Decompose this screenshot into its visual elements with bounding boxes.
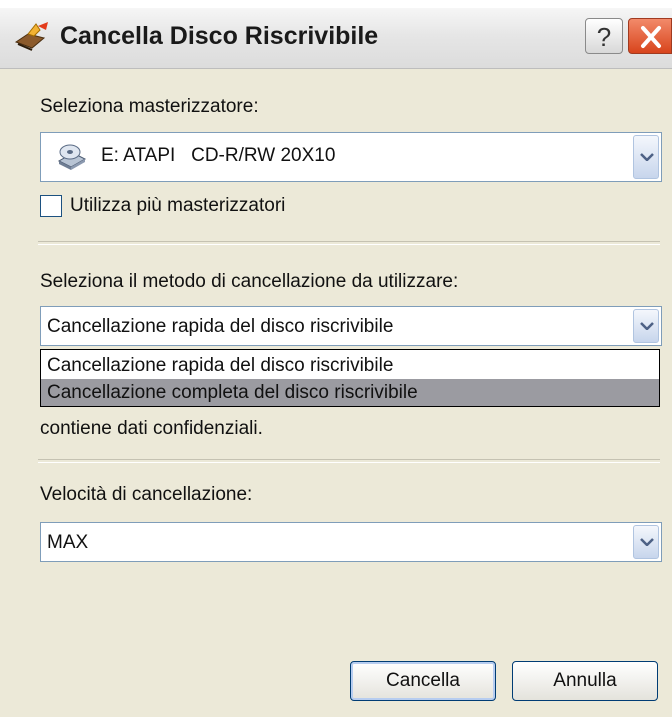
chevron-down-icon	[640, 153, 654, 161]
speed-selected-value: MAX	[47, 532, 89, 553]
app-icon	[14, 22, 50, 52]
burner-dropdown-button[interactable]	[633, 135, 659, 179]
chevron-down-icon	[640, 538, 654, 546]
option-full-erase[interactable]: Cancellazione completa del disco riscriv…	[41, 379, 659, 406]
multiple-burners-checkbox[interactable]	[40, 195, 62, 217]
erase-method-selected-value: Cancellazione rapida del disco riscrivib…	[47, 316, 394, 337]
burner-selected-value: E: ATAPI CD-R/RW 20X10	[101, 145, 336, 166]
erase-method-description: contiene dati confidenziali.	[40, 418, 263, 439]
chevron-down-icon	[640, 322, 654, 330]
erase-dialog: Cancella Disco Riscrivibile ? Seleziona …	[0, 8, 672, 717]
erase-method-options-list[interactable]: Cancellazione rapida del disco riscrivib…	[40, 349, 660, 407]
burner-label: Seleziona masterizzatore:	[40, 96, 259, 117]
multiple-burners-label: Utilizza più masterizzatori	[70, 195, 286, 216]
window-title: Cancella Disco Riscrivibile	[60, 22, 379, 50]
separator	[38, 241, 660, 245]
speed-dropdown-button[interactable]	[633, 525, 659, 559]
option-quick-erase[interactable]: Cancellazione rapida del disco riscrivib…	[41, 352, 659, 379]
speed-label: Velocità di cancellazione:	[40, 484, 253, 505]
close-button[interactable]	[628, 18, 672, 54]
separator	[38, 459, 660, 463]
speed-select[interactable]: MAX	[40, 522, 662, 562]
erase-method-label: Seleziona il metodo di cancellazione da …	[40, 271, 459, 292]
erase-method-select[interactable]: Cancellazione rapida del disco riscrivib…	[40, 306, 662, 346]
title-bar[interactable]: Cancella Disco Riscrivibile ?	[0, 8, 672, 69]
cd-drive-icon	[57, 143, 87, 176]
cancella-button[interactable]: Cancella	[350, 661, 496, 701]
close-icon	[641, 26, 661, 48]
annulla-button[interactable]: Annulla	[512, 661, 658, 701]
erase-method-dropdown-button[interactable]	[633, 309, 659, 343]
burner-select[interactable]: E: ATAPI CD-R/RW 20X10	[40, 132, 662, 182]
help-button[interactable]: ?	[585, 18, 623, 54]
